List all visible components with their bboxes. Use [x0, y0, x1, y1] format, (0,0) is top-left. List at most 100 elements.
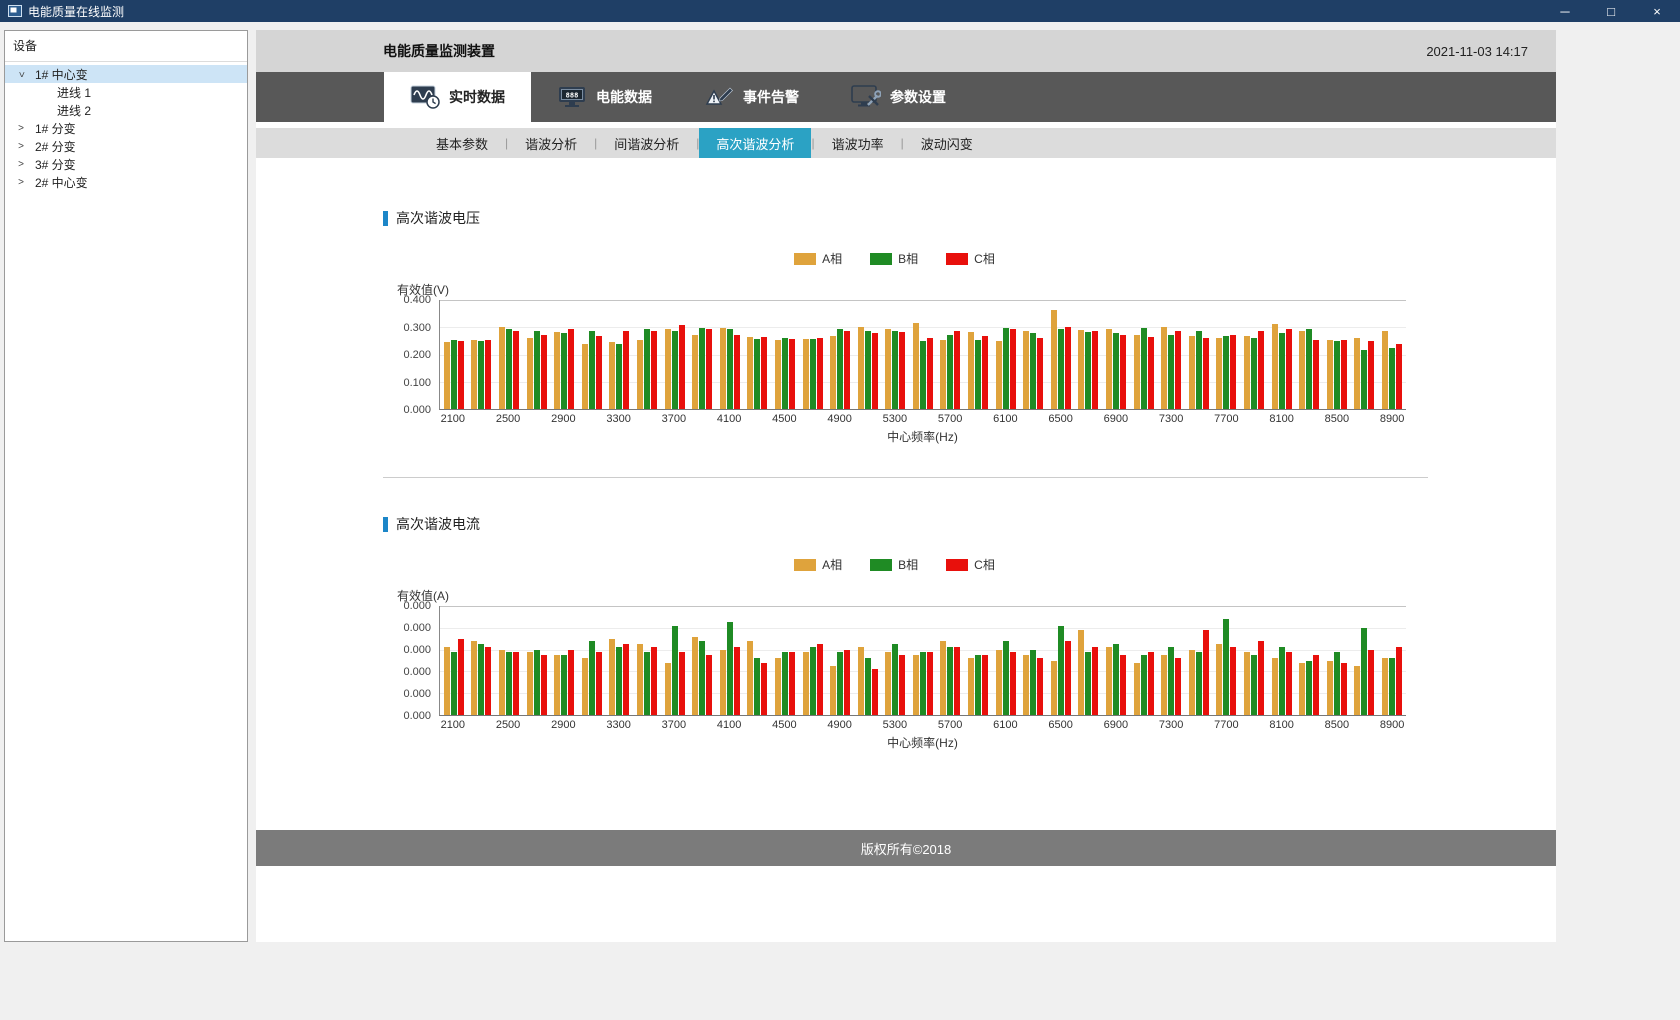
- bar-series-2: [899, 332, 905, 409]
- bar-series-1: [1141, 655, 1147, 715]
- section-marker-icon: [383, 517, 388, 532]
- legend-swatch: [946, 559, 968, 571]
- bar-series-2: [1037, 338, 1043, 409]
- bar-group: [606, 606, 634, 715]
- tree-item[interactable]: >1# 分变: [5, 119, 247, 137]
- bar-series-2: [1148, 337, 1154, 409]
- tree-item[interactable]: >2# 分变: [5, 137, 247, 155]
- x-tick-label: 2100: [441, 719, 465, 731]
- y-tick-label: 0.100: [403, 377, 431, 389]
- subtab-basic-params[interactable]: 基本参数: [419, 128, 505, 158]
- bar-series-2: [1341, 340, 1347, 409]
- legend-swatch: [794, 559, 816, 571]
- bar-series-2: [513, 652, 519, 715]
- bar-series-1: [1058, 329, 1064, 409]
- bar-series-2: [1092, 331, 1098, 409]
- subtab-fluctuation-flicker[interactable]: 波动闪变: [904, 128, 990, 158]
- bar-group: [771, 300, 799, 409]
- bar-series-0: [803, 339, 809, 409]
- tree-item[interactable]: >3# 分变: [5, 155, 247, 173]
- tree-item[interactable]: 进线 2: [5, 101, 247, 119]
- legend-label: C相: [974, 556, 995, 573]
- bar-group: [909, 300, 937, 409]
- x-axis-label: 中心频率(Hz): [439, 428, 1406, 445]
- bar-series-2: [954, 647, 960, 715]
- bar-series-1: [782, 338, 788, 409]
- bar-group: [1185, 300, 1213, 409]
- bar-group: [468, 300, 496, 409]
- expand-arrow-icon[interactable]: >: [15, 159, 27, 170]
- bar-series-1: [1141, 328, 1147, 409]
- bar-series-1: [1058, 626, 1064, 715]
- subtab-interharmonic-analysis[interactable]: 间谐波分析: [597, 128, 696, 158]
- legend-item: A相: [794, 556, 842, 573]
- bar-group: [1323, 300, 1351, 409]
- bar-series-2: [596, 652, 602, 715]
- subtab-harmonic-power[interactable]: 谐波功率: [815, 128, 901, 158]
- bar-series-2: [1230, 647, 1236, 715]
- close-button[interactable]: ×: [1634, 0, 1680, 22]
- section-title: 高次谐波电压: [383, 208, 1556, 228]
- bar-series-1: [975, 340, 981, 409]
- expand-arrow-icon[interactable]: >: [15, 123, 27, 134]
- bar-group: [523, 300, 551, 409]
- bar-series-1: [644, 652, 650, 715]
- bar-series-1: [754, 658, 760, 715]
- bar-series-1: [451, 652, 457, 715]
- x-axis-ticks: 2100250029003300370041004500490053005700…: [439, 410, 1406, 426]
- bar-series-2: [596, 336, 602, 409]
- x-axis-label: 中心频率(Hz): [439, 734, 1406, 751]
- bar-series-1: [865, 658, 871, 715]
- bar-series-1: [1196, 652, 1202, 715]
- y-tick-label: 0.000: [403, 644, 431, 656]
- bar-group: [468, 606, 496, 715]
- bar-series-1: [589, 641, 595, 715]
- x-tick-label: 3700: [662, 413, 686, 425]
- subtab-high-order-harmonic[interactable]: 高次谐波分析: [699, 128, 811, 158]
- bar-series-0: [940, 340, 946, 409]
- bar-series-0: [1382, 331, 1388, 409]
- bar-group: [964, 300, 992, 409]
- bar-series-0: [637, 340, 643, 409]
- tab-event-alarm[interactable]: 事件告警: [678, 72, 825, 122]
- expand-arrow-icon[interactable]: >: [15, 141, 27, 152]
- bar-series-0: [747, 641, 753, 715]
- bar-series-2: [651, 331, 657, 409]
- tab-realtime-data[interactable]: 实时数据: [384, 72, 531, 122]
- x-tick-label: 8500: [1325, 719, 1349, 731]
- expand-arrow-icon[interactable]: >: [15, 177, 27, 188]
- bar-series-2: [927, 652, 933, 715]
- minimize-button[interactable]: ─: [1542, 0, 1588, 22]
- bar-series-0: [1327, 340, 1333, 409]
- x-tick-label: 5700: [938, 719, 962, 731]
- bar-series-1: [1279, 647, 1285, 715]
- bar-series-1: [534, 650, 540, 715]
- bar-series-2: [1396, 344, 1402, 409]
- section-gap: [256, 478, 1556, 514]
- bar-series-0: [1106, 647, 1112, 715]
- subtab-harmonic-analysis[interactable]: 谐波分析: [508, 128, 594, 158]
- bar-series-0: [830, 666, 836, 715]
- tree-item[interactable]: >1# 中心变: [5, 65, 247, 83]
- bar-group: [744, 606, 772, 715]
- tree-item[interactable]: >2# 中心变: [5, 173, 247, 191]
- bar-series-1: [920, 341, 926, 409]
- bar-series-2: [1065, 641, 1071, 715]
- legend-item: C相: [946, 556, 995, 573]
- y-tick-label: 0.000: [403, 622, 431, 634]
- tree-item[interactable]: 进线 1: [5, 83, 247, 101]
- bar-series-1: [1196, 331, 1202, 409]
- tab-energy-data[interactable]: 888电能数据: [531, 72, 678, 122]
- x-tick-label: 8100: [1269, 413, 1293, 425]
- bar-series-0: [1216, 644, 1222, 715]
- bar-series-0: [1161, 655, 1167, 715]
- collapse-arrow-icon[interactable]: >: [16, 68, 27, 80]
- bar-series-1: [837, 652, 843, 715]
- bar-series-2: [485, 647, 491, 715]
- plot-row: 0.4000.3000.2000.1000.000: [383, 300, 1406, 410]
- tab-parameter-settings[interactable]: 参数设置: [825, 72, 972, 122]
- y-tick-label: 0.000: [403, 666, 431, 678]
- maximize-button[interactable]: □: [1588, 0, 1634, 22]
- y-axis-label: 有效值(A): [397, 587, 1406, 604]
- bar-series-0: [1216, 338, 1222, 409]
